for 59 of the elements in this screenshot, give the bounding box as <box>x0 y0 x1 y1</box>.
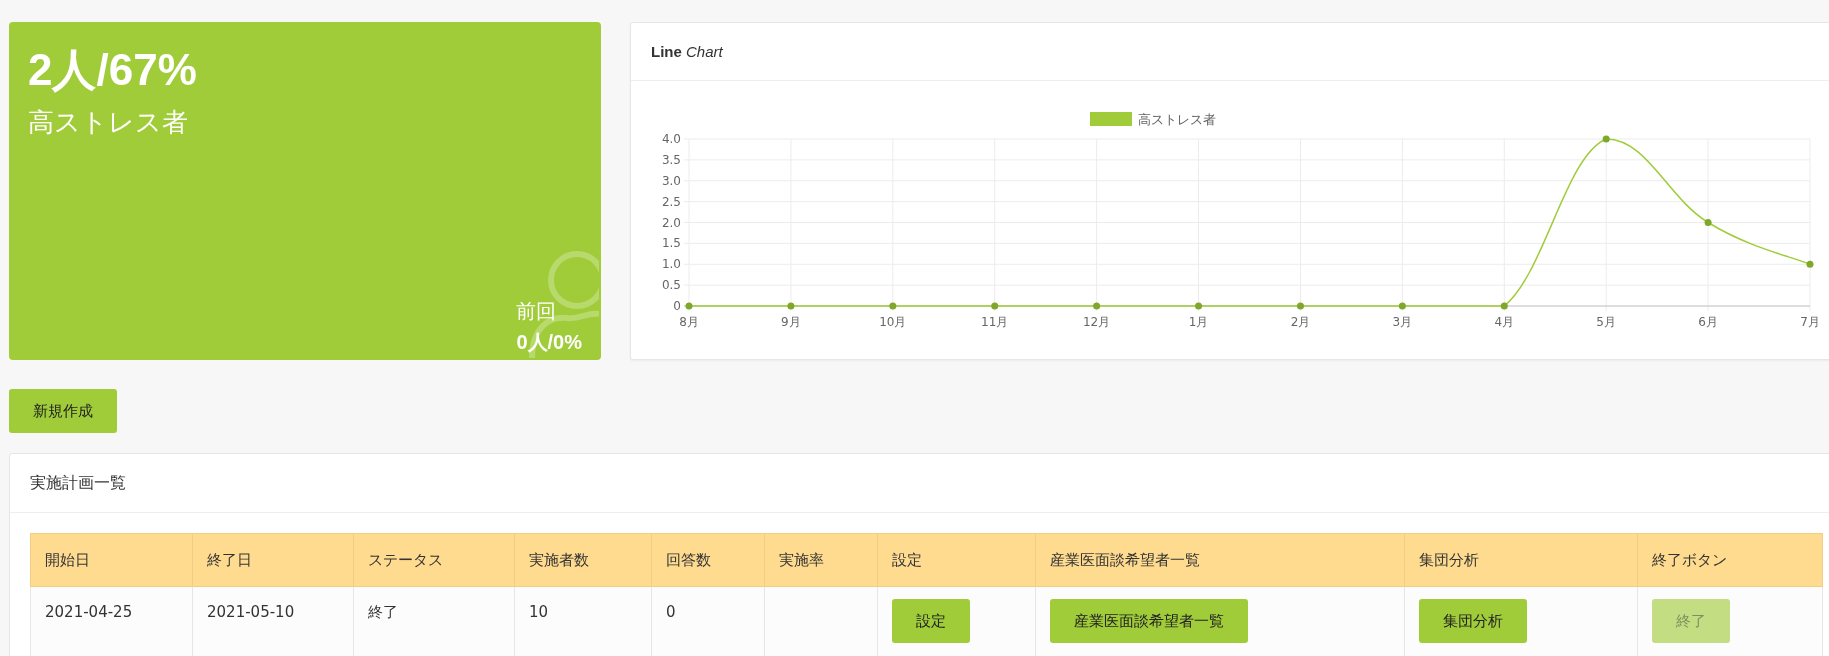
new-button[interactable]: 新規作成 <box>9 389 117 433</box>
table-cell: 0 <box>651 586 765 656</box>
data-point <box>889 302 897 310</box>
previous-value: 0人/0% <box>516 330 582 355</box>
y-tick-label: 3.5 <box>661 152 681 167</box>
data-point <box>1296 302 1304 310</box>
column-header: 設定 <box>877 533 1036 587</box>
x-tick-label: 12月 <box>1083 315 1111 329</box>
column-header: 終了ボタン <box>1637 533 1823 587</box>
column-header: 集団分析 <box>1404 533 1638 587</box>
data-point <box>1195 302 1203 310</box>
column-header: 終了日 <box>192 533 354 587</box>
y-tick-label: 0 <box>673 299 681 313</box>
table-action-button[interactable]: 設定 <box>892 599 970 643</box>
table-cell: 2021-05-10 <box>192 586 354 656</box>
y-tick-label: 4.0 <box>661 132 681 146</box>
x-tick-label: 9月 <box>781 315 801 329</box>
table-cell: 10 <box>514 586 652 656</box>
data-point <box>1500 302 1508 310</box>
data-point <box>1704 219 1712 226</box>
column-header: 実施率 <box>764 533 878 587</box>
previous-label: 前回 <box>516 298 558 325</box>
x-tick-label: 6月 <box>1698 315 1718 329</box>
y-tick-label: 2.5 <box>661 194 681 209</box>
column-header: 産業医面談希望者一覧 <box>1035 533 1405 587</box>
stat-value: 2人/67% <box>28 44 198 96</box>
table-action-button[interactable]: 集団分析 <box>1419 599 1527 643</box>
list-title: 実施計画一覧 <box>30 472 126 494</box>
data-point <box>991 302 999 310</box>
y-tick-label: 3.0 <box>661 173 681 188</box>
x-tick-label: 7月 <box>1800 315 1820 329</box>
data-point <box>1398 302 1406 310</box>
table-cell: 終了 <box>353 586 515 656</box>
stat-label: 高ストレス者 <box>28 105 189 139</box>
column-header: 実施者数 <box>514 533 652 587</box>
y-tick-label: 0.5 <box>661 278 681 293</box>
y-tick-label: 2.0 <box>661 215 681 230</box>
chart-title: Line Chart <box>651 43 723 60</box>
x-tick-label: 8月 <box>679 315 699 329</box>
data-point <box>1093 302 1101 310</box>
table-action-button[interactable]: 産業医面談希望者一覧 <box>1050 599 1248 643</box>
x-tick-label: 1月 <box>1188 315 1209 329</box>
x-tick-label: 4月 <box>1494 315 1515 329</box>
x-tick-label: 5月 <box>1596 315 1616 329</box>
column-header: ステータス <box>353 533 515 587</box>
legend-label: 高ストレス者 <box>1138 112 1216 127</box>
data-point <box>1806 260 1814 268</box>
table-cell: 2021-04-25 <box>30 586 193 656</box>
data-point <box>787 302 795 310</box>
column-header: 回答数 <box>651 533 765 587</box>
data-point <box>685 302 693 310</box>
x-tick-label: 2月 <box>1290 315 1311 329</box>
column-header: 開始日 <box>30 533 193 587</box>
x-tick-label: 11月 <box>981 315 1009 329</box>
x-tick-label: 3月 <box>1392 315 1413 329</box>
data-point <box>1602 135 1610 143</box>
y-tick-label: 1.5 <box>661 236 681 251</box>
y-tick-label: 1.0 <box>661 257 681 272</box>
x-tick-label: 10月 <box>879 315 907 329</box>
